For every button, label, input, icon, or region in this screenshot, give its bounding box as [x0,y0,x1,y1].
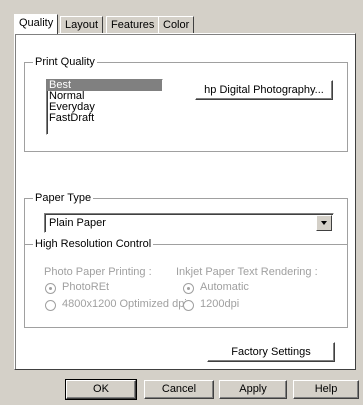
paper-type-value: Plain Paper [49,217,106,229]
help-button[interactable]: Help [293,380,359,399]
automatic-label: Automatic [200,281,249,293]
tab-quality[interactable]: Quality [14,14,59,34]
ok-button[interactable]: OK [65,379,137,400]
radio-photoret[interactable] [45,283,56,294]
inkjet-paper-label: Inkjet Paper Text Rendering : [176,266,318,278]
1200dpi-label: 1200dpi [200,298,240,310]
apply-button[interactable]: Apply [219,380,287,399]
radio-automatic[interactable] [183,283,194,294]
cancel-button[interactable]: Cancel [144,380,214,399]
photo-paper-label: Photo Paper Printing : [44,266,152,278]
4800x1200-label: 4800x1200 Optimized dpi [62,298,187,310]
print-quality-listbox[interactable]: Best Normal Everyday FastDraft [46,79,163,135]
high-resolution-title: High Resolution Control [33,237,154,251]
photoret-label: PhotoREt [62,281,110,293]
hp-digital-photography-button[interactable]: hp Digital Photography... [195,80,333,100]
paper-type-dropdown[interactable]: Plain Paper [44,213,334,233]
factory-settings-button[interactable]: Factory Settings [207,342,335,362]
print-quality-title: Print Quality [33,55,97,69]
tab-features[interactable]: Features [106,16,160,33]
tab-color[interactable]: Color [158,16,195,33]
paper-type-title: Paper Type [33,191,94,205]
list-item-fastdraft[interactable]: FastDraft [47,113,162,124]
dropdown-arrow-icon[interactable] [316,215,332,231]
printer-properties-dialog: Quality Layout Features Color Print Qual… [0,0,363,405]
radio-4800x1200[interactable] [45,300,56,311]
tab-layout[interactable]: Layout [60,16,104,33]
radio-1200dpi[interactable] [183,300,194,311]
